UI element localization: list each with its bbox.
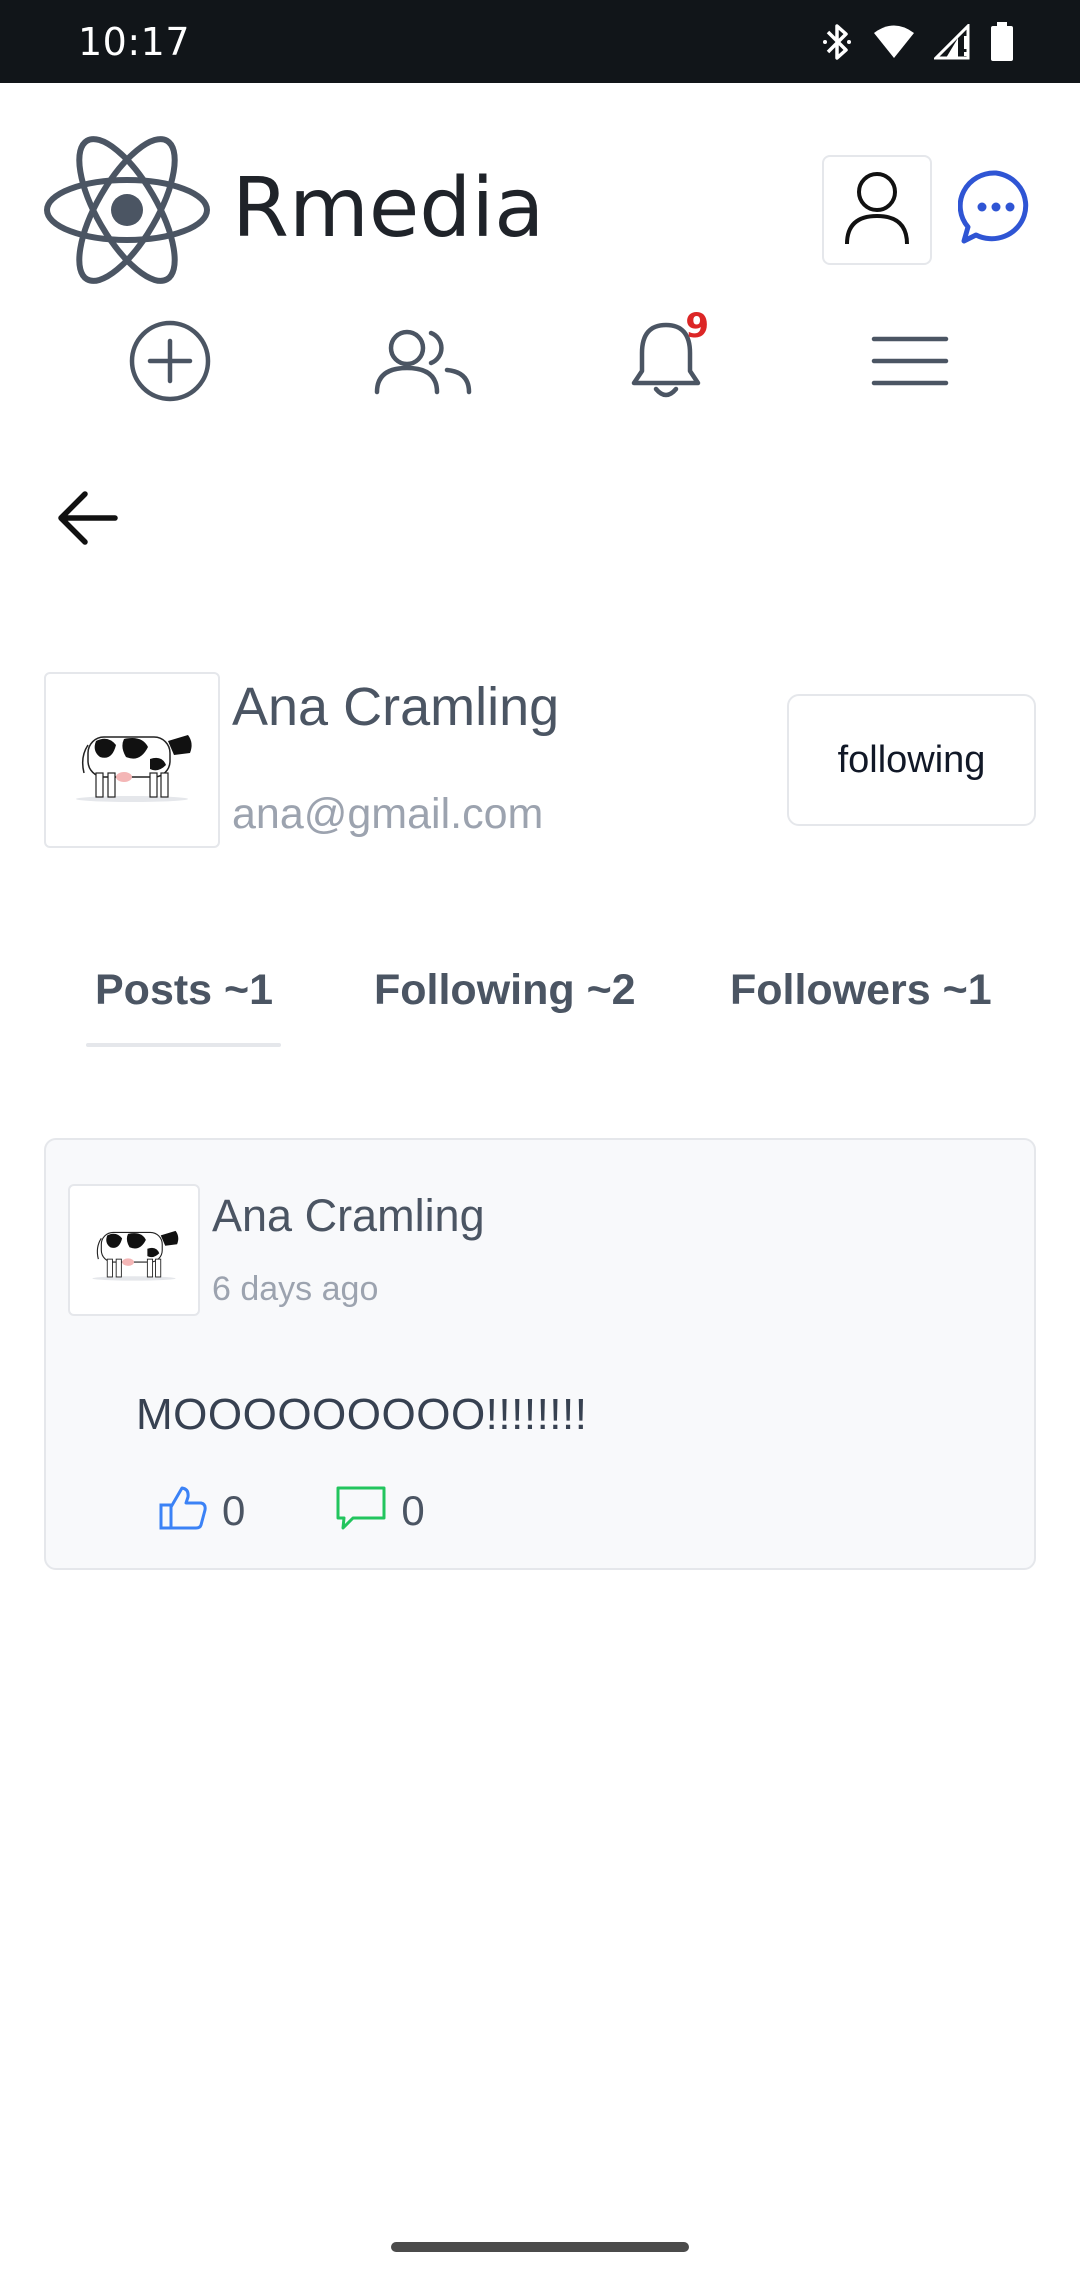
brand-title[interactable]: Rmedia xyxy=(232,161,544,256)
cow-image xyxy=(82,1214,186,1287)
comment-count: 0 xyxy=(401,1486,425,1534)
thumbs-up-icon xyxy=(158,1485,208,1536)
wifi-icon xyxy=(872,24,916,60)
like-count: 0 xyxy=(222,1486,246,1534)
status-bar: 10:17 xyxy=(0,0,1080,83)
home-indicator[interactable] xyxy=(391,2242,689,2252)
arrow-left-icon xyxy=(55,490,119,551)
react-atom-icon[interactable] xyxy=(42,135,212,285)
following-button[interactable]: following xyxy=(787,694,1036,826)
like-button[interactable]: 0 xyxy=(158,1485,245,1536)
tab-following[interactable]: Following ~2 xyxy=(374,950,636,1050)
main-nav: 9 xyxy=(0,306,1080,408)
profile-avatar xyxy=(44,672,220,848)
profile-name: Ana Cramling xyxy=(232,677,560,737)
active-tab-indicator xyxy=(86,1043,281,1047)
bluetooth-icon xyxy=(820,22,854,62)
post-body: MOOOOOOOOO!!!!!!!! xyxy=(136,1390,588,1439)
post-actions: 0 0 xyxy=(158,1485,515,1536)
notification-badge: 9 xyxy=(685,306,709,346)
cow-image xyxy=(62,713,202,808)
nav-people[interactable] xyxy=(368,318,478,408)
signal-icon xyxy=(934,24,972,60)
post-avatar xyxy=(68,1184,200,1316)
post-timestamp: 6 days ago xyxy=(212,1270,379,1308)
status-time: 10:17 xyxy=(78,20,191,64)
comment-icon xyxy=(335,1485,387,1536)
app-header: Rmedia xyxy=(0,83,1080,323)
post-author[interactable]: Ana Cramling xyxy=(212,1190,485,1242)
profile-tabs: Posts ~1 Following ~2 Followers ~1 xyxy=(0,950,1080,1050)
back-button[interactable] xyxy=(52,490,122,550)
profile-button[interactable] xyxy=(822,155,932,265)
plus-circle-icon xyxy=(128,319,212,408)
tab-posts[interactable]: Posts ~1 xyxy=(95,950,273,1050)
user-icon xyxy=(843,170,911,251)
tab-followers[interactable]: Followers ~1 xyxy=(730,950,992,1050)
chat-bubble-icon xyxy=(957,169,1034,250)
users-icon xyxy=(373,326,473,401)
menu-icon xyxy=(870,331,950,396)
nav-notifications[interactable]: 9 xyxy=(611,306,721,408)
chat-button[interactable] xyxy=(956,169,1036,249)
nav-create-post[interactable] xyxy=(115,318,225,408)
comment-button[interactable]: 0 xyxy=(335,1485,425,1536)
profile-email: ana@gmail.com xyxy=(232,790,544,838)
nav-menu[interactable] xyxy=(855,318,965,408)
status-icons xyxy=(820,22,1014,62)
post-card[interactable]: Ana Cramling 6 days ago MOOOOOOOOO!!!!!!… xyxy=(44,1138,1036,1570)
battery-icon xyxy=(990,22,1014,62)
